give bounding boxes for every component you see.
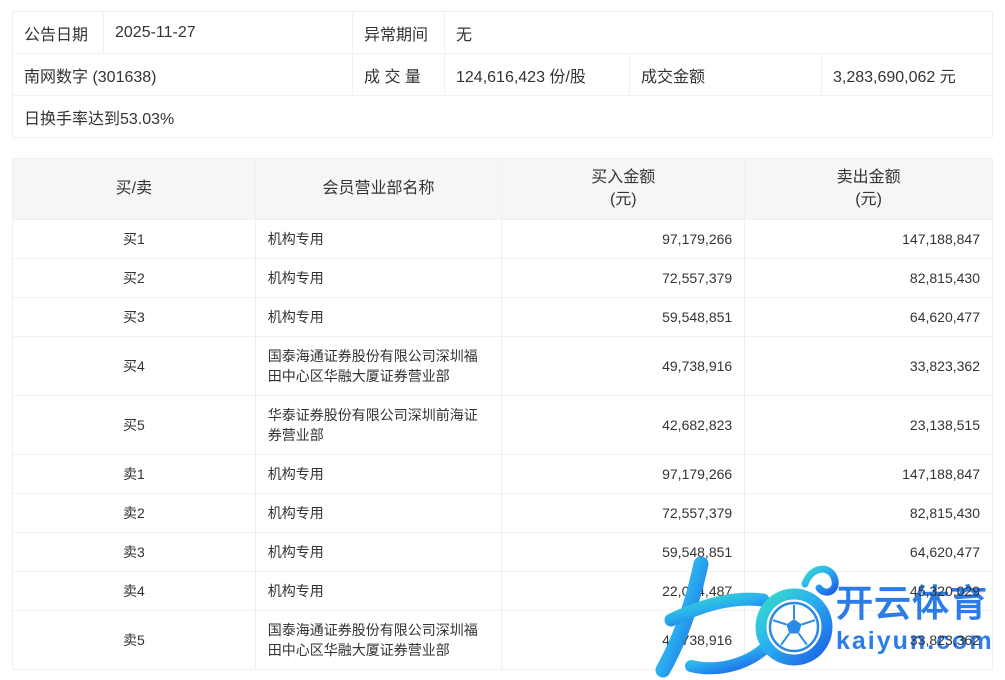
header-branch-name: 会员营业部名称 bbox=[255, 159, 502, 220]
volume-label: 成 交 量 bbox=[353, 54, 445, 95]
table-row: 买3 机构专用 59,548,851 64,620,477 bbox=[13, 298, 993, 337]
stock-name: 南网数字 (301638) bbox=[13, 54, 353, 95]
row-branch: 机构专用 bbox=[255, 259, 502, 298]
info-row-volume: 南网数字 (301638) 成 交 量 124,616,423 份/股 成交金额… bbox=[13, 53, 992, 95]
row-side: 卖1 bbox=[13, 455, 256, 494]
volume-value: 124,616,423 份/股 bbox=[445, 54, 630, 95]
table-row: 卖4 机构专用 22,024,487 45,320,029 bbox=[13, 572, 993, 611]
row-side: 买4 bbox=[13, 337, 256, 396]
table-row: 卖3 机构专用 59,548,851 64,620,477 bbox=[13, 533, 993, 572]
row-sell-amount: 33,823,362 bbox=[745, 337, 993, 396]
row-branch: 机构专用 bbox=[255, 533, 502, 572]
row-branch: 国泰海通证券股份有限公司深圳福田中心区华融大厦证券营业部 bbox=[255, 611, 502, 670]
row-side: 买5 bbox=[13, 396, 256, 455]
abnormal-period-label: 异常期间 bbox=[353, 12, 445, 53]
header-buy-amount-line1: 买入金额 bbox=[591, 169, 655, 186]
table-header-row: 买/卖 会员营业部名称 买入金额 (元) 卖出金额 (元) bbox=[13, 159, 993, 220]
row-side: 买3 bbox=[13, 298, 256, 337]
row-sell-amount: 82,815,430 bbox=[745, 494, 993, 533]
row-sell-amount: 23,138,515 bbox=[745, 396, 993, 455]
row-side: 买2 bbox=[13, 259, 256, 298]
table-row: 买2 机构专用 72,557,379 82,815,430 bbox=[13, 259, 993, 298]
turnover-value: 3,283,690,062 元 bbox=[822, 54, 992, 95]
announce-date-label: 公告日期 bbox=[13, 12, 104, 53]
row-branch: 国泰海通证券股份有限公司深圳福田中心区华融大厦证券营业部 bbox=[255, 337, 502, 396]
stock-info-panel: 公告日期 2025-11-27 异常期间 无 南网数字 (301638) 成 交… bbox=[12, 11, 993, 138]
row-buy-amount: 22,024,487 bbox=[502, 572, 745, 611]
table-row: 买1 机构专用 97,179,266 147,188,847 bbox=[13, 220, 993, 259]
turnover-label: 成交金额 bbox=[630, 54, 822, 95]
row-buy-amount: 49,738,916 bbox=[502, 611, 745, 670]
announce-date-value: 2025-11-27 bbox=[104, 12, 353, 53]
header-sell-amount: 卖出金额 (元) bbox=[745, 159, 993, 220]
row-side: 卖2 bbox=[13, 494, 256, 533]
row-branch: 机构专用 bbox=[255, 220, 502, 259]
row-buy-amount: 72,557,379 bbox=[502, 259, 745, 298]
table-row: 卖2 机构专用 72,557,379 82,815,430 bbox=[13, 494, 993, 533]
abnormal-period-value: 无 bbox=[445, 12, 992, 53]
header-buy-amount: 买入金额 (元) bbox=[502, 159, 745, 220]
row-side: 卖5 bbox=[13, 611, 256, 670]
table-row: 卖5 国泰海通证券股份有限公司深圳福田中心区华融大厦证券营业部 49,738,9… bbox=[13, 611, 993, 670]
table-row: 卖1 机构专用 97,179,266 147,188,847 bbox=[13, 455, 993, 494]
row-sell-amount: 147,188,847 bbox=[745, 220, 993, 259]
row-sell-amount: 64,620,477 bbox=[745, 298, 993, 337]
table-body: 买1 机构专用 97,179,266 147,188,847 买2 机构专用 7… bbox=[13, 220, 993, 670]
header-sell-amount-line2: (元) bbox=[855, 191, 882, 208]
row-branch: 机构专用 bbox=[255, 494, 502, 533]
row-buy-amount: 59,548,851 bbox=[502, 533, 745, 572]
row-buy-amount: 59,548,851 bbox=[502, 298, 745, 337]
turnover-rate-note: 日换手率达到53.03% bbox=[13, 96, 992, 137]
row-sell-amount: 33,823,362 bbox=[745, 611, 993, 670]
header-buy-sell: 买/卖 bbox=[13, 159, 256, 220]
info-row-note: 日换手率达到53.03% bbox=[13, 95, 992, 137]
info-row-announce: 公告日期 2025-11-27 异常期间 无 bbox=[13, 12, 992, 53]
row-buy-amount: 97,179,266 bbox=[502, 220, 745, 259]
broker-table: 买/卖 会员营业部名称 买入金额 (元) 卖出金额 (元) 买1 机构专用 97… bbox=[12, 158, 993, 670]
row-buy-amount: 72,557,379 bbox=[502, 494, 745, 533]
header-sell-amount-line1: 卖出金额 bbox=[837, 169, 901, 186]
row-branch: 机构专用 bbox=[255, 298, 502, 337]
row-branch: 机构专用 bbox=[255, 572, 502, 611]
row-buy-amount: 49,738,916 bbox=[502, 337, 745, 396]
table-row: 买5 华泰证券股份有限公司深圳前海证券营业部 42,682,823 23,138… bbox=[13, 396, 993, 455]
row-branch: 华泰证券股份有限公司深圳前海证券营业部 bbox=[255, 396, 502, 455]
row-buy-amount: 97,179,266 bbox=[502, 455, 745, 494]
row-sell-amount: 64,620,477 bbox=[745, 533, 993, 572]
row-buy-amount: 42,682,823 bbox=[502, 396, 745, 455]
row-sell-amount: 147,188,847 bbox=[745, 455, 993, 494]
header-buy-amount-line2: (元) bbox=[610, 191, 637, 208]
row-sell-amount: 82,815,430 bbox=[745, 259, 993, 298]
row-side: 卖3 bbox=[13, 533, 256, 572]
table-row: 买4 国泰海通证券股份有限公司深圳福田中心区华融大厦证券营业部 49,738,9… bbox=[13, 337, 993, 396]
row-sell-amount: 45,320,029 bbox=[745, 572, 993, 611]
row-branch: 机构专用 bbox=[255, 455, 502, 494]
row-side: 卖4 bbox=[13, 572, 256, 611]
row-side: 买1 bbox=[13, 220, 256, 259]
